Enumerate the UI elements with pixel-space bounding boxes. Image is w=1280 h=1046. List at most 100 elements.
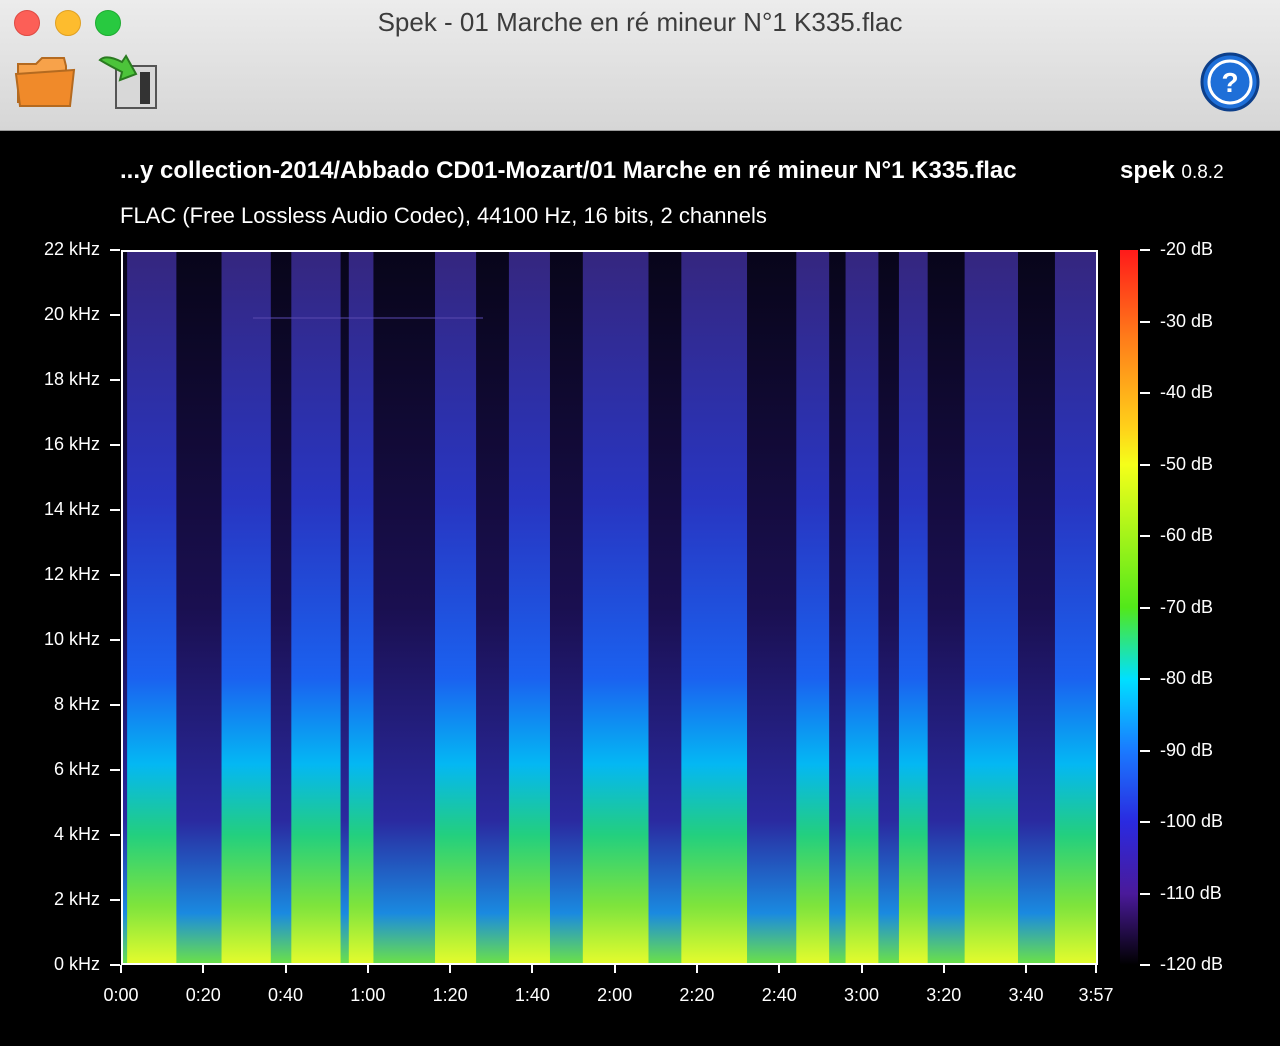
folder-icon [14, 57, 76, 107]
export-icon [98, 54, 157, 109]
app-name: spek 0.8.2 [1120, 157, 1224, 185]
y-tick-mark [110, 314, 120, 316]
colorbar-tick-label: -90 dB [1160, 739, 1214, 760]
x-tick-label: 2:20 [679, 985, 715, 1005]
x-tick-mark [531, 965, 534, 973]
spectral-band [898, 252, 928, 963]
spectral-band [348, 252, 374, 963]
y-tick-mark [110, 899, 120, 901]
y-tick-mark [110, 444, 120, 446]
y-tick-mark [110, 249, 120, 251]
x-tick-label: 1:00 [350, 985, 386, 1005]
x-tick-label: 1:20 [432, 985, 468, 1005]
colorbar-tick-mark [1140, 249, 1150, 251]
colorbar-tick-label: -100 dB [1160, 811, 1224, 831]
spectral-band [582, 252, 649, 963]
x-tick-label: 2:00 [597, 985, 633, 1005]
y-tick-mark [110, 704, 120, 706]
help-icon: ? [1200, 52, 1260, 112]
spectral-band [508, 252, 550, 963]
y-tick-label: 20 kHz [43, 304, 100, 324]
colorbar-tick-mark [1140, 606, 1150, 609]
y-tick-mark [110, 509, 120, 511]
spectral-band [1054, 252, 1096, 963]
colorbar-tick-mark [1140, 392, 1150, 394]
x-tick-mark [942, 965, 945, 973]
x-tick-label: 3:20 [926, 985, 962, 1005]
x-tick-mark [449, 965, 452, 973]
spectral-band [964, 252, 1018, 963]
y-tick-label: 2 kHz [53, 889, 100, 909]
colorbar-tick-mark [1140, 821, 1150, 823]
colorbar-tick-mark [1140, 320, 1150, 323]
colorbar-tick-mark [1140, 678, 1150, 680]
file-path-heading: ...y collection-2014/Abbado CD01-Mozart/… [120, 157, 1017, 184]
spectral-band [681, 252, 748, 963]
colorbar-tick-mark [1140, 463, 1150, 466]
x-tick-mark [695, 965, 698, 973]
colorbar-tick-label: -40 dB [1160, 382, 1214, 402]
colorbar-tick-label: -120 dB [1160, 954, 1224, 974]
color-bar [1120, 250, 1138, 965]
spectral-band [435, 252, 477, 963]
colorbar-tick-label: -60 dB [1160, 525, 1214, 545]
colorbar-tick-label: -80 dB [1160, 668, 1214, 688]
window-title: Spek - 01 Marche en ré mineur N°1 K335.f… [377, 7, 903, 37]
y-tick-label: 16 kHz [43, 434, 100, 454]
colorbar-tick-mark [1140, 892, 1150, 895]
x-tick-mark [202, 965, 205, 973]
y-tick-mark [110, 964, 120, 966]
colorbar-tick-label: -20 dB [1160, 239, 1214, 259]
y-tick-mark [110, 379, 120, 381]
y-tick-label: 8 kHz [53, 694, 100, 714]
colorbar-tick-mark [1140, 535, 1150, 537]
colorbar-tick-label: -110 dB [1160, 882, 1222, 903]
x-tick-label: 3:40 [1008, 985, 1044, 1005]
app-version: 0.8.2 [1181, 162, 1224, 183]
help-button[interactable]: ? [1200, 52, 1260, 117]
y-tick-label: 22 kHz [43, 239, 100, 259]
svg-text:?: ? [1221, 67, 1238, 98]
y-tick-mark [110, 639, 120, 641]
colorbar-tick-label: -70 dB [1160, 596, 1214, 617]
open-file-button[interactable] [14, 52, 78, 115]
y-tick-label: 12 kHz [43, 564, 100, 584]
x-tick-label: 0:20 [185, 985, 221, 1005]
x-tick-mark [284, 965, 287, 973]
y-tick-mark [110, 834, 120, 836]
x-tick-mark [366, 965, 369, 973]
x-tick-mark [860, 965, 863, 973]
spectral-band [796, 252, 830, 963]
y-tick-label: 0 kHz [53, 954, 100, 974]
spectrogram-canvas [123, 252, 1096, 963]
y-tick-label: 10 kHz [43, 629, 100, 649]
colorbar-tick-mark [1140, 964, 1150, 966]
x-tick-mark [778, 965, 781, 973]
x-tick-mark [120, 965, 122, 973]
colorbar-tick-label: -50 dB [1160, 453, 1214, 474]
spek-window: Spek - 01 Marche en ré mineur N°1 K335.f… [0, 0, 1280, 1046]
spectral-band [127, 252, 177, 963]
x-tick-label: 3:00 [843, 985, 880, 1005]
spectral-band [845, 252, 879, 963]
y-tick-mark [110, 574, 120, 576]
y-tick-label: 6 kHz [53, 759, 100, 779]
app-name-label: spek [1120, 157, 1175, 184]
colorbar-tick-mark [1140, 749, 1150, 752]
x-tick-label: 0:00 [103, 985, 139, 1005]
x-tick-label: 3:57 [1078, 985, 1114, 1005]
spectrogram-plot[interactable] [121, 250, 1098, 965]
title-bar: Spek - 01 Marche en ré mineur N°1 K335.f… [0, 0, 1280, 131]
y-tick-mark [110, 769, 120, 771]
save-image-button[interactable] [96, 52, 160, 115]
x-tick-mark [1095, 965, 1097, 973]
y-tick-label: 18 kHz [43, 369, 100, 389]
x-tick-mark [1025, 965, 1028, 973]
x-tick-label: 2:40 [761, 985, 797, 1005]
spectral-band [221, 252, 271, 963]
y-tick-label: 4 kHz [53, 824, 100, 844]
colorbar-tick-label: -30 dB [1160, 310, 1214, 331]
stream-info: FLAC (Free Lossless Audio Codec), 44100 … [120, 203, 767, 228]
y-tick-label: 14 kHz [43, 499, 100, 519]
spectral-band [291, 252, 341, 963]
